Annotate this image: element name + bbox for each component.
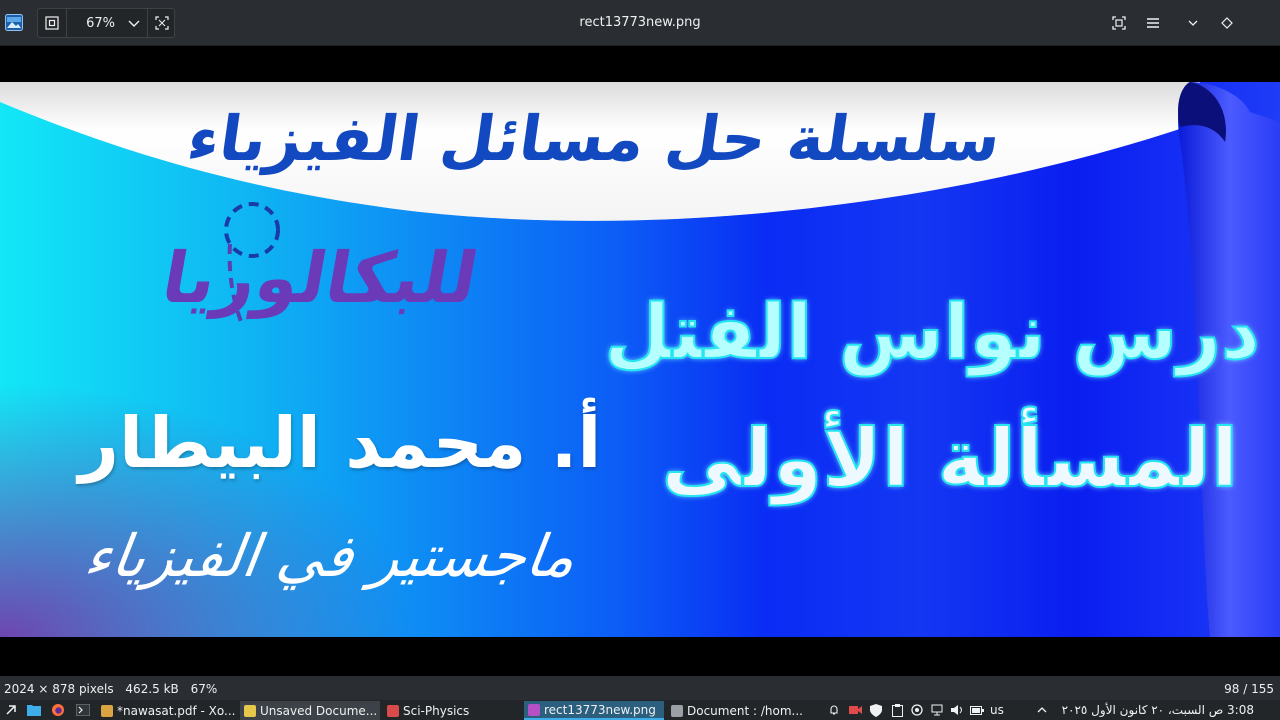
editor-app-icon bbox=[244, 704, 256, 717]
zoom-readout: 67% bbox=[190, 682, 218, 696]
update-tray[interactable] bbox=[909, 702, 925, 718]
security-tray[interactable] bbox=[868, 702, 884, 718]
baccalaureate-label: للبكالوريا bbox=[156, 237, 484, 319]
network-icon bbox=[931, 704, 943, 716]
zoom-toolgroup: 67% bbox=[37, 8, 175, 38]
minimize-icon bbox=[1188, 20, 1198, 26]
hamburger-menu-icon bbox=[1147, 18, 1159, 28]
files-icon bbox=[27, 705, 41, 716]
image-dimensions: 2024 × 878 pixels bbox=[4, 682, 114, 696]
app-viewer-icon[interactable] bbox=[5, 14, 23, 31]
keep-above-button[interactable] bbox=[1215, 11, 1239, 35]
volume-icon bbox=[950, 705, 962, 715]
teacher-degree: ماجستير في الفيزياء bbox=[80, 522, 580, 590]
volume-tray[interactable] bbox=[949, 702, 965, 718]
chevron-down-icon bbox=[128, 20, 140, 27]
fullscreen-fill-button[interactable] bbox=[148, 9, 176, 37]
task-label: Unsaved Docume... bbox=[260, 703, 378, 718]
application-launcher-icon bbox=[6, 705, 16, 715]
task-label: Document : /hom... bbox=[687, 703, 803, 718]
xournal-app-icon bbox=[101, 704, 113, 717]
task-label: Sci-Physics bbox=[403, 703, 470, 718]
task-image-viewer[interactable]: rect13773new.png bbox=[524, 701, 664, 720]
firefox-icon bbox=[52, 704, 64, 716]
bell-icon bbox=[830, 705, 838, 715]
application-launcher[interactable] bbox=[2, 702, 20, 718]
task-label: rect13773new.png bbox=[544, 702, 656, 717]
crop-button[interactable] bbox=[1107, 11, 1131, 35]
battery-tray[interactable] bbox=[969, 702, 985, 718]
problem-title: المسألة الأولى bbox=[661, 411, 1240, 506]
camera-icon bbox=[848, 706, 862, 714]
files-launcher[interactable] bbox=[25, 702, 43, 718]
status-bar: 2024 × 878 pixels 462.5 kB 67% 98 / 155 bbox=[0, 676, 1280, 700]
crop-icon bbox=[1112, 16, 1126, 30]
update-icon bbox=[911, 704, 923, 716]
zoom-select[interactable]: 67% bbox=[66, 9, 148, 37]
task-unsaved-document[interactable]: Unsaved Docume... bbox=[240, 701, 380, 720]
page-counter: 98 / 155 bbox=[1224, 682, 1274, 696]
title-toolbar: 67% rect13773new.png bbox=[0, 0, 1280, 46]
fullscreen-icon bbox=[155, 16, 169, 30]
notifications-tray[interactable] bbox=[826, 702, 842, 718]
firefox-launcher[interactable] bbox=[49, 702, 67, 718]
clipboard-tray[interactable] bbox=[889, 702, 905, 718]
main-menu-button[interactable] bbox=[1141, 11, 1165, 35]
task-nawasat-pdf[interactable]: *nawasat.pdf - Xo... bbox=[97, 701, 237, 720]
keep-above-icon bbox=[1221, 17, 1233, 29]
recording-tray[interactable] bbox=[847, 702, 863, 718]
fit-to-window-button[interactable] bbox=[38, 9, 66, 37]
taskbar: *nawasat.pdf - Xo... Unsaved Docume... S… bbox=[0, 700, 1280, 720]
minimize-button[interactable] bbox=[1181, 11, 1205, 35]
displayed-image: سلسلة حل مسائل الفيزياء للبكالوريا درس ن… bbox=[0, 82, 1280, 637]
document-app-icon bbox=[671, 704, 683, 717]
series-title: سلسلة حل مسائل الفيزياء bbox=[183, 102, 1006, 175]
fit-icon bbox=[45, 16, 59, 30]
terminal-icon bbox=[76, 704, 90, 716]
lesson-title: درس نواس الفتل bbox=[603, 286, 1261, 377]
digital-clock[interactable]: 3:08 ص السبت، ٢٠ كانون الأول ٢٠٢٥ bbox=[1058, 703, 1254, 717]
image-viewer-app-icon bbox=[528, 703, 540, 716]
zoom-value: 67% bbox=[86, 15, 115, 31]
task-document-viewer[interactable]: Document : /hom... bbox=[667, 701, 807, 720]
chevron-up-icon bbox=[1037, 707, 1047, 713]
clipboard-icon bbox=[891, 703, 903, 717]
network-tray[interactable] bbox=[929, 702, 945, 718]
keyboard-layout-indicator[interactable]: us bbox=[990, 703, 1004, 717]
window-title: rect13773new.png bbox=[579, 15, 701, 30]
sci-physics-app-icon bbox=[387, 704, 399, 717]
file-size: 462.5 kB bbox=[125, 682, 179, 696]
task-label: *nawasat.pdf - Xo... bbox=[117, 703, 236, 718]
teacher-name: أ. محمد البيطار bbox=[78, 402, 602, 484]
battery-icon bbox=[970, 705, 984, 715]
show-hidden-icons-button[interactable] bbox=[1034, 702, 1050, 718]
image-viewport[interactable]: سلسلة حل مسائل الفيزياء للبكالوريا درس ن… bbox=[0, 47, 1280, 676]
terminal-launcher[interactable] bbox=[74, 702, 92, 718]
task-sci-physics[interactable]: Sci-Physics bbox=[383, 701, 521, 720]
shield-icon bbox=[870, 703, 882, 717]
